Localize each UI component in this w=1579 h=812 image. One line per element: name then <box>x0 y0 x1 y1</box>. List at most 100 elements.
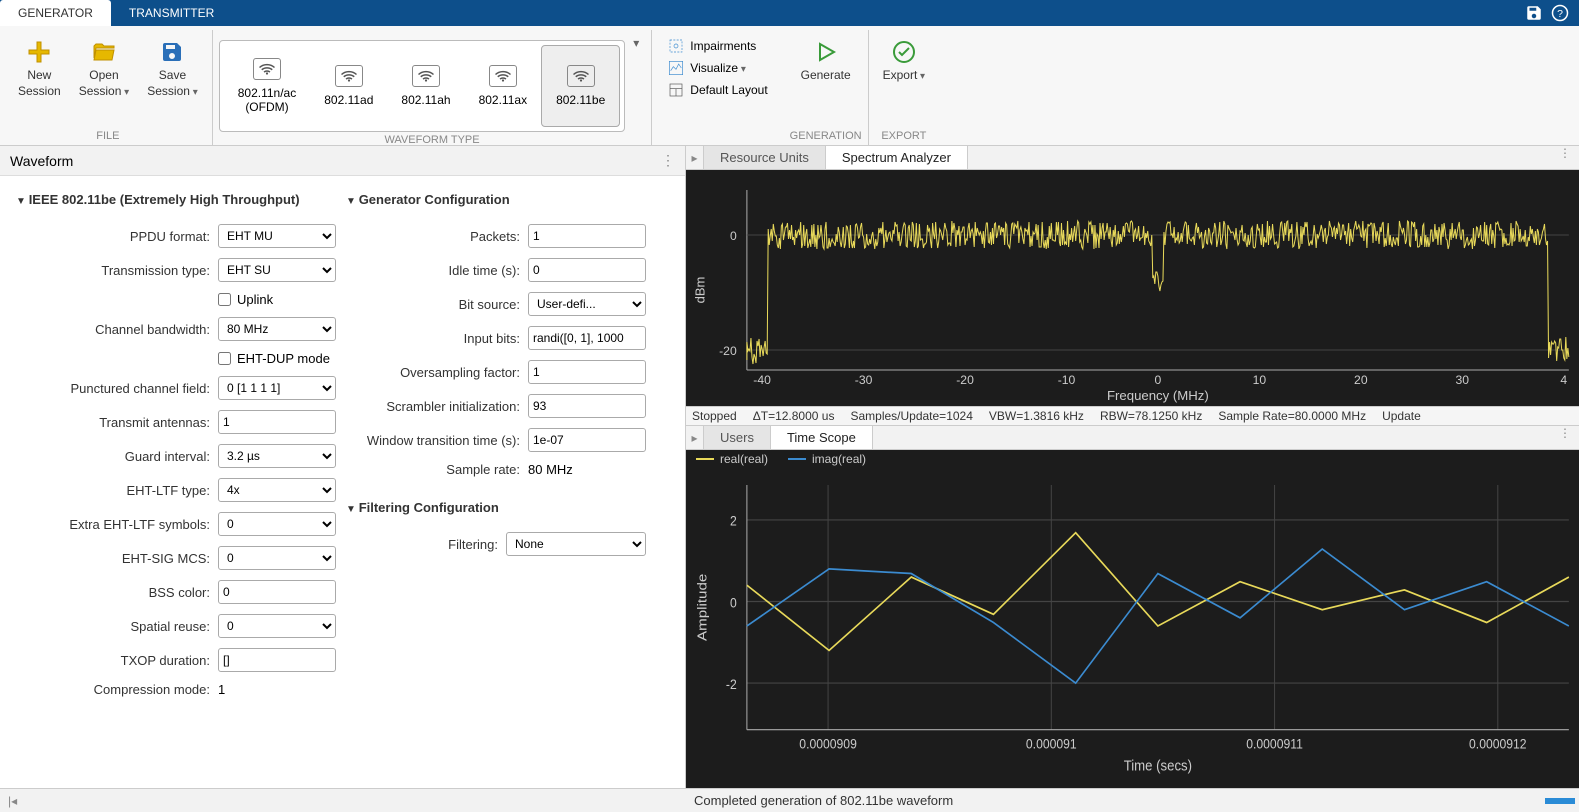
bss-input[interactable] <box>218 580 336 604</box>
time-scope-plot[interactable]: real(real) imag(real) 2 <box>686 450 1579 788</box>
os-label: Oversampling factor: <box>346 365 520 380</box>
svg-text:0.0000912: 0.0000912 <box>1469 736 1527 752</box>
wifi-icon <box>335 65 363 87</box>
ltf-select[interactable]: 4x <box>218 478 336 502</box>
srate-value: 80 MHz <box>528 462 646 477</box>
generate-button[interactable]: Generate <box>793 36 859 88</box>
svg-text:10: 10 <box>1253 373 1267 387</box>
svg-text:4: 4 <box>1560 373 1567 387</box>
sr-select[interactable]: 0 <box>218 614 336 638</box>
svg-text:30: 30 <box>1456 373 1470 387</box>
impairments-icon <box>668 38 684 54</box>
help-icon[interactable]: ? <box>1551 4 1569 22</box>
new-session-button[interactable]: New Session <box>10 36 69 103</box>
punctured-select[interactable]: 0 [1 1 1 1] <box>218 376 336 400</box>
wifi-icon <box>567 65 595 87</box>
svg-text:0.0000909: 0.0000909 <box>799 736 857 752</box>
bss-label: BSS color: <box>16 585 210 600</box>
footer-nav-icon[interactable]: |◂ <box>0 794 686 808</box>
waveform-80211be[interactable]: 802.11be <box>541 45 620 127</box>
ribbon-label-file: FILE <box>10 128 206 145</box>
spectrum-plot[interactable]: 0 -20 dBm -40 -30 -20 -10 0 10 20 30 4 F… <box>686 170 1579 406</box>
svg-text:Frequency (MHz): Frequency (MHz) <box>1107 388 1209 403</box>
os-input[interactable] <box>528 360 646 384</box>
scrambler-input[interactable] <box>528 394 646 418</box>
tab-time-scope[interactable]: Time Scope <box>771 426 873 449</box>
wtt-input[interactable] <box>528 428 646 452</box>
panel-title-waveform: Waveform <box>10 153 73 169</box>
sig-mcs-label: EHT-SIG MCS: <box>16 551 210 566</box>
waveform-80211ax[interactable]: 802.11ax <box>465 45 542 127</box>
tab-transmitter[interactable]: TRANSMITTER <box>111 0 232 26</box>
tabs-more-icon[interactable]: ⋮ <box>1551 426 1579 449</box>
sr-label: Spatial reuse: <box>16 619 210 634</box>
time-legend: real(real) imag(real) <box>696 452 866 466</box>
save-session-button[interactable]: Save Session <box>139 36 206 103</box>
waveform-gallery: 802.11n/ac (OFDM) 802.11ad 802.11ah 802.… <box>219 40 626 132</box>
tx-type-select[interactable]: EHT SU <box>218 258 336 282</box>
section-filtering[interactable]: Filtering Configuration <box>346 496 646 525</box>
section-generator[interactable]: Generator Configuration <box>346 188 646 217</box>
scrambler-label: Scrambler initialization: <box>346 399 520 414</box>
filtering-label: Filtering: <box>346 537 498 552</box>
svg-text:Time (secs): Time (secs) <box>1124 758 1192 775</box>
legend-real: real(real) <box>720 452 768 466</box>
tab-spectrum-analyzer[interactable]: Spectrum Analyzer <box>826 146 968 169</box>
default-layout-button[interactable]: Default Layout <box>668 82 767 98</box>
impairments-label: Impairments <box>690 39 756 53</box>
bitsource-select[interactable]: User-defi... <box>528 292 646 316</box>
svg-text:0.0000911: 0.0000911 <box>1246 736 1303 752</box>
extra-ltf-select[interactable]: 0 <box>218 512 336 536</box>
svg-text:0: 0 <box>1154 373 1161 387</box>
pin-icon[interactable]: ▸ <box>686 146 704 169</box>
legend-imag: imag(real) <box>812 452 866 466</box>
waveform-80211nac[interactable]: 802.11n/ac (OFDM) <box>224 45 311 127</box>
export-button[interactable]: Export <box>875 36 934 88</box>
bw-select[interactable]: 80 MHz <box>218 317 336 341</box>
visualize-button[interactable]: Visualize <box>668 60 767 76</box>
waveform-80211ad[interactable]: 802.11ad <box>310 45 387 127</box>
status-spu: Samples/Update=1024 <box>850 409 972 423</box>
panel-more-icon[interactable]: ⋮ <box>661 152 675 169</box>
ribbon-label-export: EXPORT <box>875 128 934 145</box>
waveform-80211ah[interactable]: 802.11ah <box>387 45 464 127</box>
packets-input[interactable] <box>528 224 646 248</box>
inputbits-input[interactable] <box>528 326 646 350</box>
open-session-button[interactable]: Open Session <box>71 36 138 103</box>
tab-resource-units[interactable]: Resource Units <box>704 146 826 169</box>
svg-text:Amplitude: Amplitude <box>695 574 710 641</box>
gi-label: Guard interval: <box>16 449 210 464</box>
tab-users[interactable]: Users <box>704 426 771 449</box>
ribbon-group-generation: Generate GENERATION <box>784 30 869 145</box>
waveform-label: 802.11ad <box>324 93 373 107</box>
svg-text:dBm: dBm <box>692 277 707 304</box>
save-icon[interactable] <box>1525 4 1543 22</box>
layout-icon <box>668 82 684 98</box>
gi-select[interactable]: 3.2 µs <box>218 444 336 468</box>
svg-text:0: 0 <box>730 229 737 243</box>
eht-dup-label: EHT-DUP mode <box>237 351 330 366</box>
tx-ant-input[interactable] <box>218 410 336 434</box>
filtering-select[interactable]: None <box>506 532 646 556</box>
status-vbw: VBW=1.3816 kHz <box>989 409 1084 423</box>
section-ieee[interactable]: IEEE 802.11be (Extremely High Throughput… <box>16 188 336 217</box>
play-icon <box>814 40 838 64</box>
tab-generator[interactable]: GENERATOR <box>0 0 111 26</box>
txop-input[interactable] <box>218 648 336 672</box>
ribbon-group-view: Impairments Visualize Default Layout <box>652 30 783 145</box>
uplink-checkbox[interactable] <box>218 293 231 306</box>
status-dt: ΔT=12.8000 us <box>753 409 835 423</box>
right-panel: ▸ Resource Units Spectrum Analyzer ⋮ 0 -… <box>686 146 1579 788</box>
pin-icon[interactable]: ▸ <box>686 426 704 449</box>
eht-dup-checkbox[interactable] <box>218 352 231 365</box>
spectrum-status-bar: Stopped ΔT=12.8000 us Samples/Update=102… <box>686 406 1579 426</box>
sig-mcs-select[interactable]: 0 <box>218 546 336 570</box>
ppdu-format-select[interactable]: EHT MU <box>218 224 336 248</box>
idle-input[interactable] <box>528 258 646 282</box>
ltf-label: EHT-LTF type: <box>16 483 210 498</box>
impairments-button[interactable]: Impairments <box>668 38 767 54</box>
tabs-more-icon[interactable]: ⋮ <box>1551 146 1579 169</box>
waveform-gallery-dropdown[interactable]: ▾ <box>627 36 645 50</box>
svg-text:20: 20 <box>1354 373 1368 387</box>
status-state: Stopped <box>692 409 737 423</box>
